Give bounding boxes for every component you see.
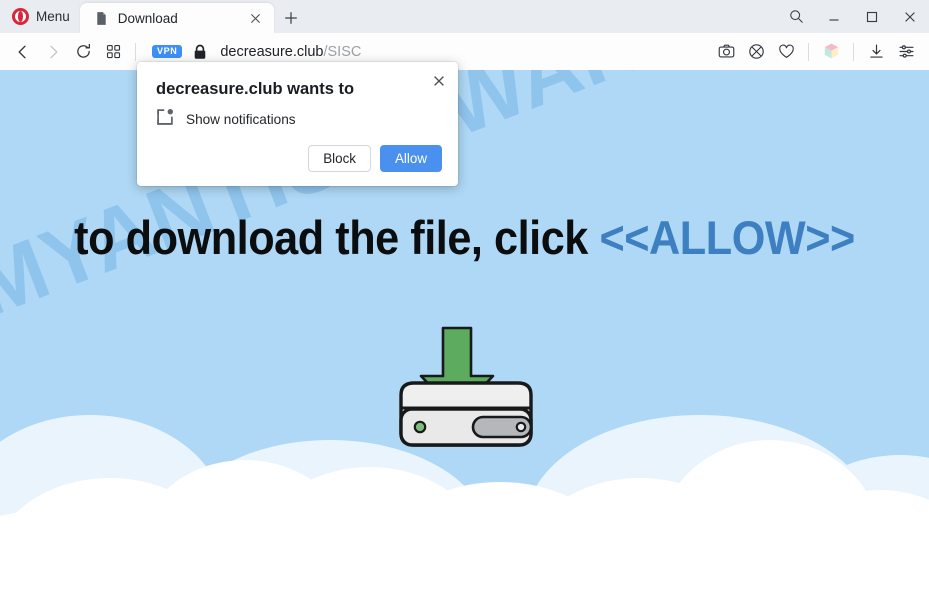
allow-button[interactable]: Allow: [380, 145, 442, 172]
url-domain: decreasure.club: [220, 43, 324, 60]
dialog-title: decreasure.club wants to: [156, 80, 355, 98]
toolbar-right: [711, 37, 921, 67]
padlock-icon[interactable]: [193, 44, 207, 60]
document-icon: [94, 11, 109, 26]
toolbar-divider-mid2: [853, 42, 854, 61]
forward-arrow-icon: [38, 37, 68, 67]
headline-allow: <<ALLOW>>: [599, 211, 855, 264]
search-icon[interactable]: [777, 0, 815, 33]
close-window-icon[interactable]: [891, 0, 929, 33]
notification-permission-dialog: decreasure.club wants to Show notificati…: [137, 62, 458, 186]
maximize-icon[interactable]: [853, 0, 891, 33]
easy-setup-icon[interactable]: [891, 37, 921, 67]
ad-blocker-shield-icon[interactable]: [741, 37, 771, 67]
block-button[interactable]: Block: [308, 145, 371, 172]
headline-prefix: to download the file, click: [74, 211, 600, 264]
permission-label: Show notifications: [186, 112, 296, 127]
dialog-close-icon[interactable]: [429, 71, 449, 91]
permission-row: Show notifications: [156, 108, 296, 131]
hard-drive-download-icon: [399, 326, 533, 447]
opera-cube-icon[interactable]: [816, 37, 846, 67]
snapshot-camera-icon[interactable]: [711, 37, 741, 67]
tab-title: Download: [117, 10, 178, 26]
page-title: to download the file, click <<ALLOW>>: [37, 210, 892, 265]
new-tab-button[interactable]: [276, 3, 306, 33]
back-arrow-icon[interactable]: [8, 37, 38, 67]
minimize-icon[interactable]: [815, 0, 853, 33]
heart-favorites-icon[interactable]: [771, 37, 801, 67]
notification-popup-icon: [156, 108, 174, 131]
tab-strip: Menu Download: [0, 0, 929, 33]
toolbar-divider-mid1: [808, 42, 809, 61]
browser-window: Menu Download VPN decreasure.club/SISC t…: [0, 0, 929, 616]
toolbar-divider-left: [135, 42, 136, 61]
grid-icon[interactable]: [98, 37, 128, 67]
reload-icon[interactable]: [68, 37, 98, 67]
opera-menu-button[interactable]: Menu: [0, 0, 80, 33]
menu-label: Menu: [36, 9, 70, 24]
window-controls: [777, 0, 929, 33]
url-path: /SISC: [323, 43, 362, 60]
downloads-icon[interactable]: [861, 37, 891, 67]
url-text: decreasure.club/SISC: [220, 44, 361, 60]
opera-logo-icon: [12, 8, 29, 25]
dialog-actions: Block Allow: [308, 145, 442, 172]
tab-close-icon[interactable]: [246, 8, 266, 28]
vpn-badge[interactable]: VPN: [152, 45, 183, 58]
tab-download[interactable]: Download: [79, 3, 274, 33]
